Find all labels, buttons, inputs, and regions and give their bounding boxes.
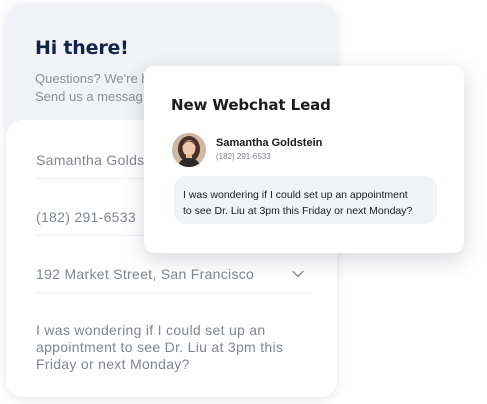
contact-phone: (182) 291-6533 [216,152,271,161]
webchat-lead-notification[interactable]: New Webchat Lead Samantha Goldstein (182… [144,66,464,253]
user-photo-icon [172,133,206,167]
contact-name: Samantha Goldstein [216,137,323,149]
address-field[interactable]: 192 Market Street, San Francisco [36,266,312,293]
message-bubble: I was wondering if I could set up an app… [174,176,437,224]
avatar [172,133,206,167]
message-field[interactable]: I was wondering if I could set up an app… [36,322,312,372]
message-value: I was wondering if I could set up an app… [36,322,284,372]
notification-title: New Webchat Lead [171,96,331,114]
chevron-down-icon[interactable] [292,268,304,280]
address-value: 192 Market Street, San Francisco [36,266,255,282]
form-title: Hi there! [35,37,129,59]
